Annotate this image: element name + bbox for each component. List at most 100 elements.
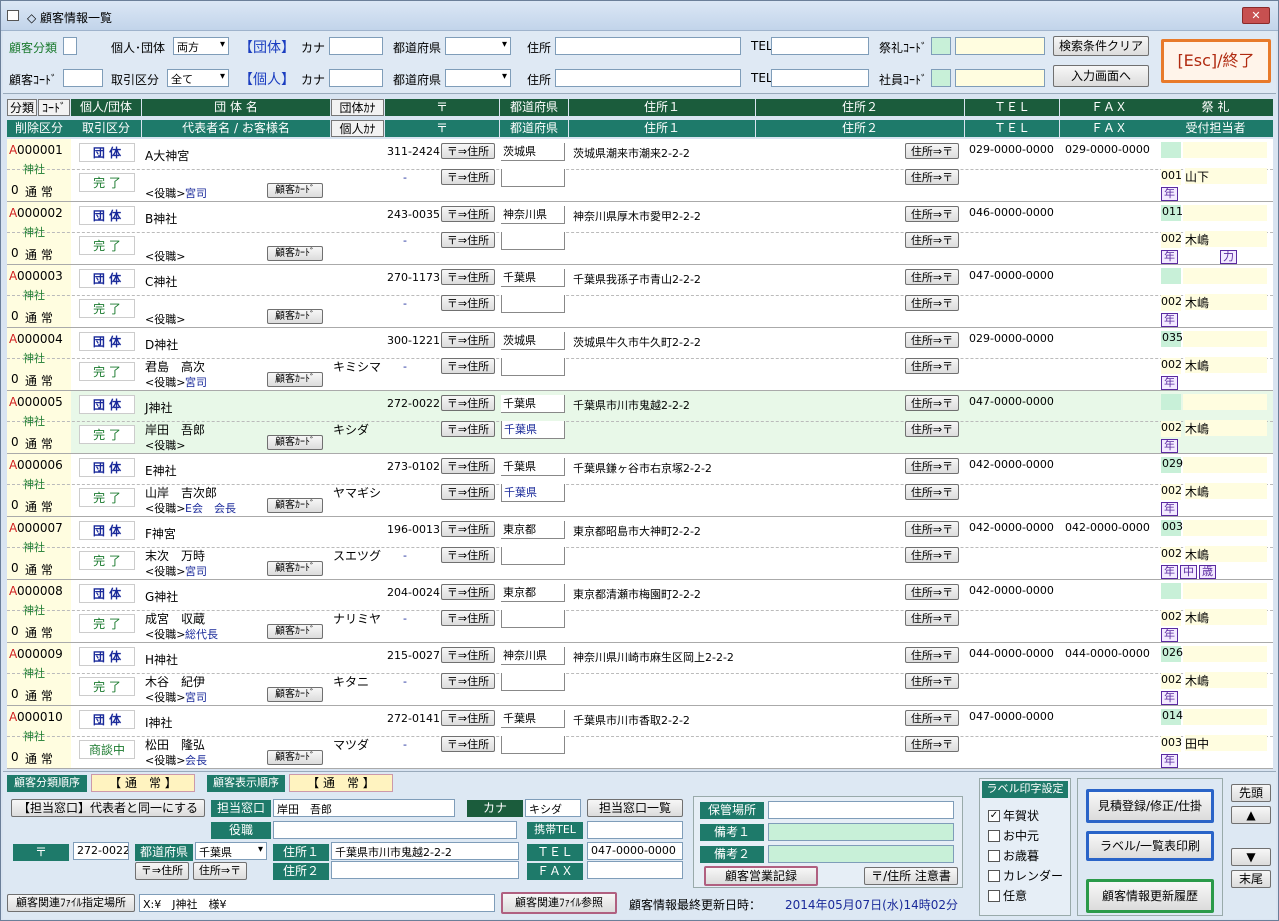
- tel-value[interactable]: 047-0000-0000: [969, 269, 1054, 282]
- trade-value[interactable]: 完 了: [79, 677, 135, 696]
- clear-conditions-button[interactable]: 検索条件クリア: [1053, 36, 1149, 56]
- addr-to-zip-button[interactable]: 住所⇒〒: [905, 673, 959, 689]
- address-value[interactable]: 千葉県鎌ヶ谷市右京塚2-2-2: [573, 460, 712, 476]
- column-header[interactable]: 住所１: [569, 120, 755, 137]
- last-record-button[interactable]: 末尾: [1231, 870, 1271, 888]
- staff-name[interactable]: 木嶋: [1185, 294, 1267, 310]
- zip-to-addr-button[interactable]: 〒⇒住所: [441, 610, 495, 626]
- column-header[interactable]: ｺｰﾄﾞ: [38, 99, 70, 116]
- trade-select[interactable]: 全て: [167, 69, 229, 87]
- addr-to-zip-button[interactable]: 住所⇒〒: [905, 521, 959, 537]
- group-name[interactable]: B神社: [145, 210, 177, 227]
- checkbox[interactable]: [988, 829, 1000, 842]
- festival-code[interactable]: [1161, 142, 1181, 158]
- addr-to-zip-button[interactable]: 住所⇒〒: [905, 169, 959, 185]
- file-ref-button[interactable]: 顧客関連ﾌｧｲﾙ参照: [501, 892, 617, 914]
- customer-card-button[interactable]: 顧客ｶｰﾄﾞ: [267, 687, 323, 702]
- kind-value[interactable]: 団 体: [79, 458, 135, 477]
- staff-name[interactable]: 木嶋: [1185, 420, 1267, 436]
- group-name[interactable]: A大神宮: [145, 147, 189, 164]
- addr-to-zip-button[interactable]: 住所⇒〒: [905, 736, 959, 752]
- role-input[interactable]: [273, 821, 517, 839]
- addr-to-zip-button[interactable]: 住所⇒〒: [905, 610, 959, 626]
- addr-to-zip-button[interactable]: 住所⇒〒: [905, 710, 959, 726]
- customer-card-button[interactable]: 顧客ｶｰﾄﾞ: [267, 435, 323, 450]
- address-value[interactable]: 東京都昭島市大神町2-2-2: [573, 523, 701, 539]
- column-header[interactable]: ＦＡＸ: [1060, 99, 1158, 116]
- zip-value[interactable]: 204-0024: [387, 586, 440, 599]
- zip-to-addr-button[interactable]: 〒⇒住所: [441, 547, 495, 563]
- tel-value[interactable]: 044-0000-0000: [969, 647, 1054, 660]
- customer-code[interactable]: 000003: [17, 269, 63, 283]
- checkbox[interactable]: [988, 849, 1000, 862]
- zip-to-addr-button[interactable]: 〒⇒住所: [441, 295, 495, 311]
- column-header[interactable]: ＴＥＬ: [965, 120, 1059, 137]
- type-select[interactable]: 両方: [173, 37, 229, 55]
- tel-value[interactable]: 029-0000-0000: [969, 143, 1054, 156]
- staff-name[interactable]: 木嶋: [1185, 483, 1267, 499]
- zip-to-addr-button[interactable]: 〒⇒住所: [441, 647, 495, 663]
- customer-card-button[interactable]: 顧客ｶｰﾄﾞ: [267, 372, 323, 387]
- staff-code[interactable]: 003: [1161, 736, 1182, 752]
- rep-name[interactable]: 君島 高次: [145, 358, 205, 375]
- customer-code[interactable]: 000007: [17, 521, 63, 535]
- checkbox[interactable]: ✓: [988, 809, 1000, 822]
- trade-value[interactable]: 完 了: [79, 173, 135, 192]
- zip2-value[interactable]: -: [403, 675, 407, 688]
- zip-to-addr-button[interactable]: 〒⇒住所: [441, 232, 495, 248]
- exit-button[interactable]: [Esc]/終了: [1161, 39, 1271, 83]
- table-row[interactable]: A 000002 神社 0 通 常団 体完 了 B神社 <役職> 顧客ｶｰﾄﾞ 243-0035…: [7, 202, 1273, 265]
- staff-name-input[interactable]: [955, 69, 1045, 87]
- label-print-button[interactable]: ラベル/一覧表印刷: [1086, 831, 1214, 861]
- zip-to-addr-button[interactable]: 〒⇒住所: [441, 358, 495, 374]
- group-kana-input[interactable]: [329, 37, 383, 55]
- group-address-input[interactable]: [555, 37, 741, 55]
- addr-to-zip-button[interactable]: 住所⇒〒: [905, 421, 959, 437]
- customer-card-button[interactable]: 顧客ｶｰﾄﾞ: [267, 624, 323, 639]
- group-name[interactable]: H神社: [145, 651, 178, 668]
- addr-to-zip-button[interactable]: 住所⇒〒: [905, 584, 959, 600]
- column-header[interactable]: ＦＡＸ: [1060, 120, 1158, 137]
- addr-to-zip-button[interactable]: 住所⇒〒: [905, 332, 959, 348]
- class-order-value[interactable]: 【 通 常 】: [91, 774, 195, 792]
- addr-to-zip-button[interactable]: 住所⇒〒: [193, 862, 247, 880]
- group-name[interactable]: G神社: [145, 588, 178, 605]
- checkbox[interactable]: [988, 889, 1000, 902]
- zip-to-addr-button[interactable]: 〒⇒住所: [441, 736, 495, 752]
- zip-to-addr-button[interactable]: 〒⇒住所: [441, 169, 495, 185]
- festival-code[interactable]: [1161, 268, 1181, 284]
- zip-to-addr-button[interactable]: 〒⇒住所: [135, 862, 189, 880]
- zip2-value[interactable]: -: [403, 234, 407, 247]
- tel-value[interactable]: 042-0000-0000: [969, 458, 1054, 471]
- column-header[interactable]: 削除区分: [7, 120, 71, 137]
- pref2-value[interactable]: [501, 295, 565, 313]
- table-row[interactable]: A 000005 神社 0 通 常団 体完 了 J神社 岸田 吾郎 <役職> 顧客ｶｰﾄﾞ キシダ…: [7, 391, 1273, 454]
- fax-value[interactable]: 029-0000-0000: [1065, 143, 1150, 156]
- zip-value[interactable]: 270-1173: [387, 271, 440, 284]
- customer-code[interactable]: 000008: [17, 584, 63, 598]
- label-option[interactable]: お中元: [988, 827, 1039, 843]
- zip-to-addr-button[interactable]: 〒⇒住所: [441, 484, 495, 500]
- column-header[interactable]: 団 体 名: [142, 99, 330, 116]
- pref2-value[interactable]: 千葉県: [501, 421, 565, 439]
- zip-to-addr-button[interactable]: 〒⇒住所: [441, 206, 495, 222]
- zip-to-addr-button[interactable]: 〒⇒住所: [441, 673, 495, 689]
- fax-value[interactable]: 042-0000-0000: [1065, 521, 1150, 534]
- contact-kana-input[interactable]: キシダ: [525, 799, 581, 817]
- address-value[interactable]: 神奈川県厚木市愛甲2-2-2: [573, 208, 701, 224]
- estimate-button[interactable]: 見積登録/修正/仕掛: [1086, 789, 1214, 823]
- zip-to-addr-button[interactable]: 〒⇒住所: [441, 395, 495, 411]
- cust-class-input[interactable]: [63, 37, 77, 55]
- zip-to-addr-button[interactable]: 〒⇒住所: [441, 521, 495, 537]
- cust-code-input[interactable]: [63, 69, 103, 87]
- tel-value[interactable]: 042-0000-0000: [969, 584, 1054, 597]
- zip-to-addr-button[interactable]: 〒⇒住所: [441, 710, 495, 726]
- rep-name[interactable]: 岸田 吾郎: [145, 421, 205, 438]
- tel-value[interactable]: 047-0000-0000: [969, 710, 1054, 723]
- pref-value[interactable]: 茨城県: [501, 332, 565, 350]
- festival-code-input[interactable]: [931, 37, 951, 55]
- pref2-value[interactable]: [501, 610, 565, 628]
- customer-card-button[interactable]: 顧客ｶｰﾄﾞ: [267, 183, 323, 198]
- zip-to-addr-button[interactable]: 〒⇒住所: [441, 458, 495, 474]
- pref-value[interactable]: 千葉県: [501, 458, 565, 476]
